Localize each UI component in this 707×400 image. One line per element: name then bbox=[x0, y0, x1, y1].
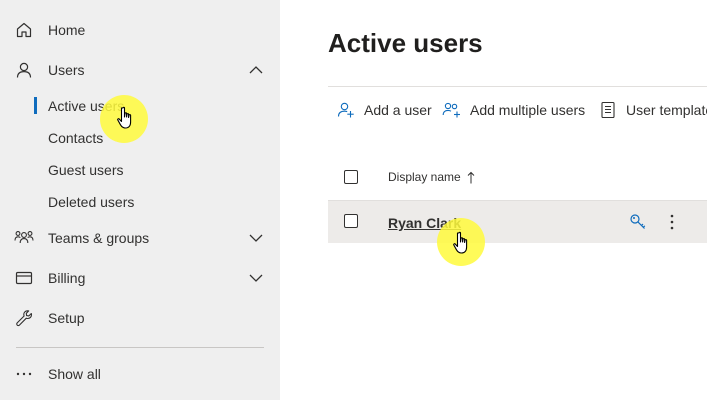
home-icon bbox=[14, 20, 34, 40]
left-navigation: Home Users Active users Contacts Guest u… bbox=[0, 0, 280, 400]
sub-label-active-users: Active users bbox=[48, 98, 125, 114]
command-bar-divider bbox=[328, 86, 707, 87]
sub-item-active-users[interactable]: Active users bbox=[0, 91, 280, 121]
credit-card-icon bbox=[14, 268, 34, 288]
document-list-icon bbox=[598, 100, 618, 120]
add-user-label: Add a user bbox=[364, 102, 432, 118]
user-templates-button[interactable]: User templates bbox=[598, 96, 707, 124]
add-multiple-users-label: Add multiple users bbox=[470, 102, 586, 118]
page-title: Active users bbox=[328, 28, 483, 58]
sub-item-contacts[interactable]: Contacts bbox=[0, 123, 280, 153]
chevron-down-icon[interactable] bbox=[246, 228, 266, 248]
nav-divider bbox=[16, 347, 264, 348]
sub-item-deleted-users[interactable]: Deleted users bbox=[0, 187, 280, 217]
nav-item-teams-groups[interactable]: Teams & groups bbox=[0, 220, 280, 256]
nav-label-show-all: Show all bbox=[48, 366, 101, 382]
user-display-name-link[interactable]: Ryan Clark bbox=[388, 215, 461, 231]
row-checkbox[interactable] bbox=[344, 214, 358, 228]
nav-label-setup: Setup bbox=[48, 310, 85, 326]
nav-label-users: Users bbox=[48, 62, 85, 78]
chevron-down-icon[interactable] bbox=[246, 268, 266, 288]
wrench-icon bbox=[14, 308, 34, 328]
select-all-checkbox[interactable] bbox=[344, 170, 358, 184]
person-add-icon bbox=[336, 100, 356, 120]
add-multiple-users-button[interactable]: Add multiple users bbox=[442, 96, 585, 124]
column-header-label: Display name bbox=[388, 170, 461, 184]
nav-item-show-all[interactable]: Show all bbox=[0, 356, 280, 392]
user-templates-label: User templates bbox=[626, 102, 707, 118]
table-row[interactable]: Ryan Clark bbox=[328, 200, 707, 243]
person-icon bbox=[14, 60, 34, 80]
more-vertical-icon[interactable] bbox=[662, 212, 682, 232]
nav-label-home: Home bbox=[48, 22, 86, 38]
key-icon[interactable] bbox=[628, 212, 648, 232]
sub-item-guest-users[interactable]: Guest users bbox=[0, 155, 280, 185]
chevron-up-icon[interactable] bbox=[246, 60, 266, 80]
sub-label-guest-users: Guest users bbox=[48, 162, 124, 178]
nav-item-setup[interactable]: Setup bbox=[0, 300, 280, 336]
people-add-icon bbox=[442, 100, 462, 120]
nav-label-teams-groups: Teams & groups bbox=[48, 230, 150, 246]
add-user-button[interactable]: Add a user bbox=[336, 96, 432, 124]
active-indicator bbox=[34, 97, 37, 114]
arrow-up-icon bbox=[467, 171, 475, 184]
sub-label-deleted-users: Deleted users bbox=[48, 194, 135, 210]
main-content: Active users Add a user Add multiple use… bbox=[280, 0, 707, 400]
sub-label-contacts: Contacts bbox=[48, 130, 104, 146]
nav-item-users[interactable]: Users bbox=[0, 52, 280, 88]
nav-item-billing[interactable]: Billing bbox=[0, 260, 280, 296]
nav-label-billing: Billing bbox=[48, 270, 86, 286]
column-header-display-name[interactable]: Display name bbox=[388, 170, 475, 184]
nav-item-home[interactable]: Home bbox=[0, 12, 280, 48]
people-group-icon bbox=[14, 228, 34, 248]
ellipsis-icon bbox=[14, 364, 34, 384]
